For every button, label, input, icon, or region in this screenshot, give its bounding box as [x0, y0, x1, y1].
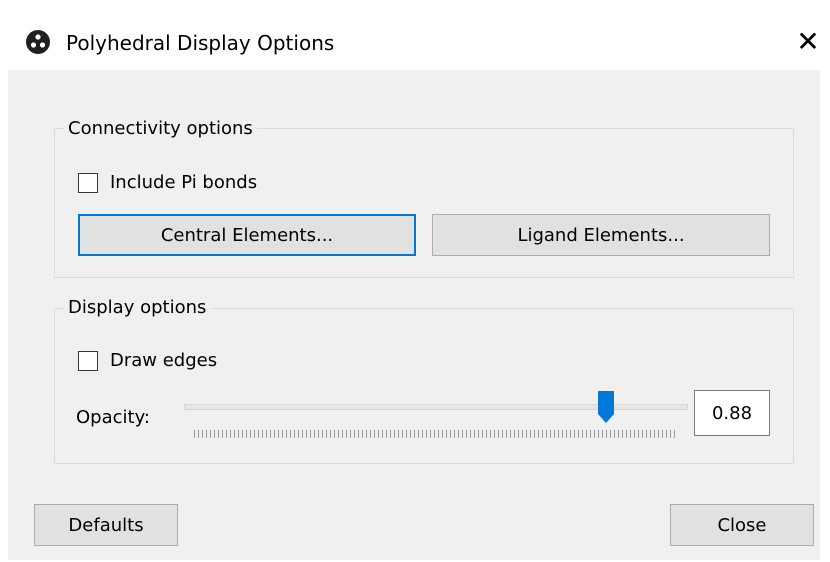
- draw-edges-label: Draw edges: [110, 350, 218, 371]
- include-pi-bonds-checkbox[interactable]: [78, 173, 98, 193]
- opacity-label: Opacity:: [76, 407, 150, 428]
- defaults-button[interactable]: Defaults: [34, 504, 178, 546]
- molecule-icon: [26, 30, 50, 54]
- central-elements-button[interactable]: Central Elements...: [78, 214, 416, 256]
- draw-edges-checkbox[interactable]: [78, 351, 98, 371]
- slider-thumb-icon[interactable]: [597, 390, 615, 424]
- include-pi-bonds-row[interactable]: Include Pi bonds: [78, 172, 257, 194]
- window-title: Polyhedral Display Options: [66, 31, 335, 55]
- display-group: [54, 308, 794, 464]
- display-group-title: Display options: [64, 297, 211, 319]
- connectivity-group-title: Connectivity options: [64, 118, 257, 140]
- close-icon[interactable]: ✕: [792, 26, 824, 58]
- opacity-value-field[interactable]: 0.88: [694, 390, 770, 436]
- include-pi-bonds-label: Include Pi bonds: [110, 172, 258, 193]
- dialog-client-area: Connectivity options Include Pi bonds Ce…: [8, 70, 820, 560]
- close-button[interactable]: Close: [670, 504, 814, 546]
- slider-ticks: [194, 430, 678, 438]
- draw-edges-row[interactable]: Draw edges: [78, 350, 217, 372]
- title-bar[interactable]: Polyhedral Display Options ✕: [0, 0, 830, 70]
- ligand-elements-button[interactable]: Ligand Elements...: [432, 214, 770, 256]
